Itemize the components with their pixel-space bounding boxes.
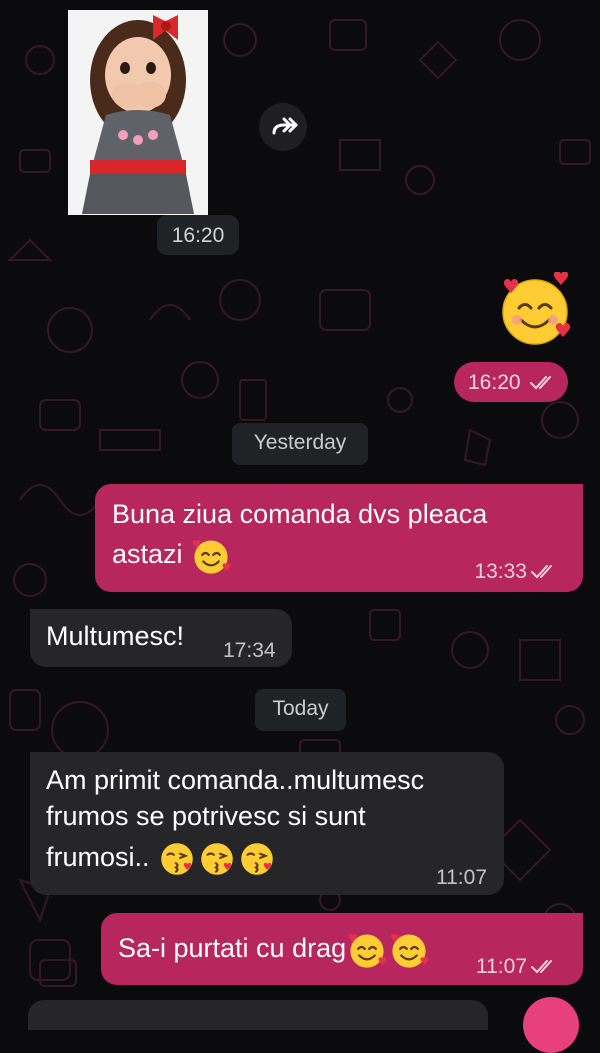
outgoing-message-bubble[interactable]: Buna ziua comanda dvs pleaca astazi 13:3…	[95, 484, 583, 592]
date-separator-label: Today	[272, 697, 329, 720]
smiling-face-with-hearts-emoji	[390, 933, 429, 968]
face-blowing-kiss-emoji	[161, 843, 193, 875]
sticker-timestamp-pill: 16:20	[157, 215, 239, 255]
message-time: 13:33	[474, 560, 557, 584]
message-time: 17:34	[223, 639, 276, 662]
message-time-text: 13:33	[474, 560, 527, 583]
message-text-line: Sa-i purtati cu drag	[118, 928, 430, 971]
double-check-icon	[531, 565, 552, 579]
incoming-message-bubble[interactable]: Am primit comanda..multumesc frumos se p…	[30, 752, 504, 895]
outgoing-message-bubble[interactable]: Sa-i purtati cu drag 11:07	[101, 913, 583, 985]
emoji-message-time: 16:20	[468, 371, 521, 394]
double-check-icon	[530, 376, 551, 390]
emoji-message[interactable]	[497, 271, 573, 348]
message-text: Multumesc!	[46, 621, 185, 651]
message-time-text: 11:07	[476, 955, 527, 978]
message-time: 11:07	[436, 866, 487, 889]
face-blowing-kiss-emoji	[241, 843, 273, 875]
forward-button[interactable]	[259, 103, 307, 151]
date-separator-today: Today	[255, 689, 346, 731]
next-message-bubble-partial	[28, 1000, 488, 1030]
sticker-message[interactable]	[68, 10, 208, 215]
message-text-line: frumosi..	[46, 837, 277, 879]
smiling-face-with-hearts-emoji	[348, 933, 387, 968]
incoming-message-bubble[interactable]: Multumesc! 17:34	[30, 609, 292, 667]
emoji-message-meta: 16:20	[454, 362, 568, 402]
message-text-line-content: Sa-i purtati cu drag	[118, 933, 347, 963]
message-text-line: Am primit comanda..multumesc	[46, 765, 425, 795]
face-blowing-kiss-emoji	[201, 843, 233, 875]
scroll-to-bottom-button[interactable]	[523, 997, 579, 1053]
date-separator-label: Yesterday	[253, 431, 347, 454]
message-text-line: Buna ziua comanda dvs pleaca	[112, 499, 488, 529]
double-check-icon	[531, 960, 552, 974]
girl-sticker-image	[68, 10, 208, 215]
message-text-line-content: frumosi..	[46, 842, 150, 872]
smiling-face-with-hearts-emoji	[502, 271, 571, 345]
date-separator-yesterday: Yesterday	[232, 423, 368, 465]
message-text-line-content: astazi	[112, 539, 183, 569]
message-time: 11:07	[476, 955, 557, 979]
smiling-face-with-hearts-emoji	[192, 539, 231, 574]
sticker-timestamp: 16:20	[171, 224, 225, 247]
message-text-line: frumos se potrivesc si sunt	[46, 801, 366, 831]
forward-icon	[272, 117, 298, 135]
message-text-line: astazi	[112, 534, 232, 577]
